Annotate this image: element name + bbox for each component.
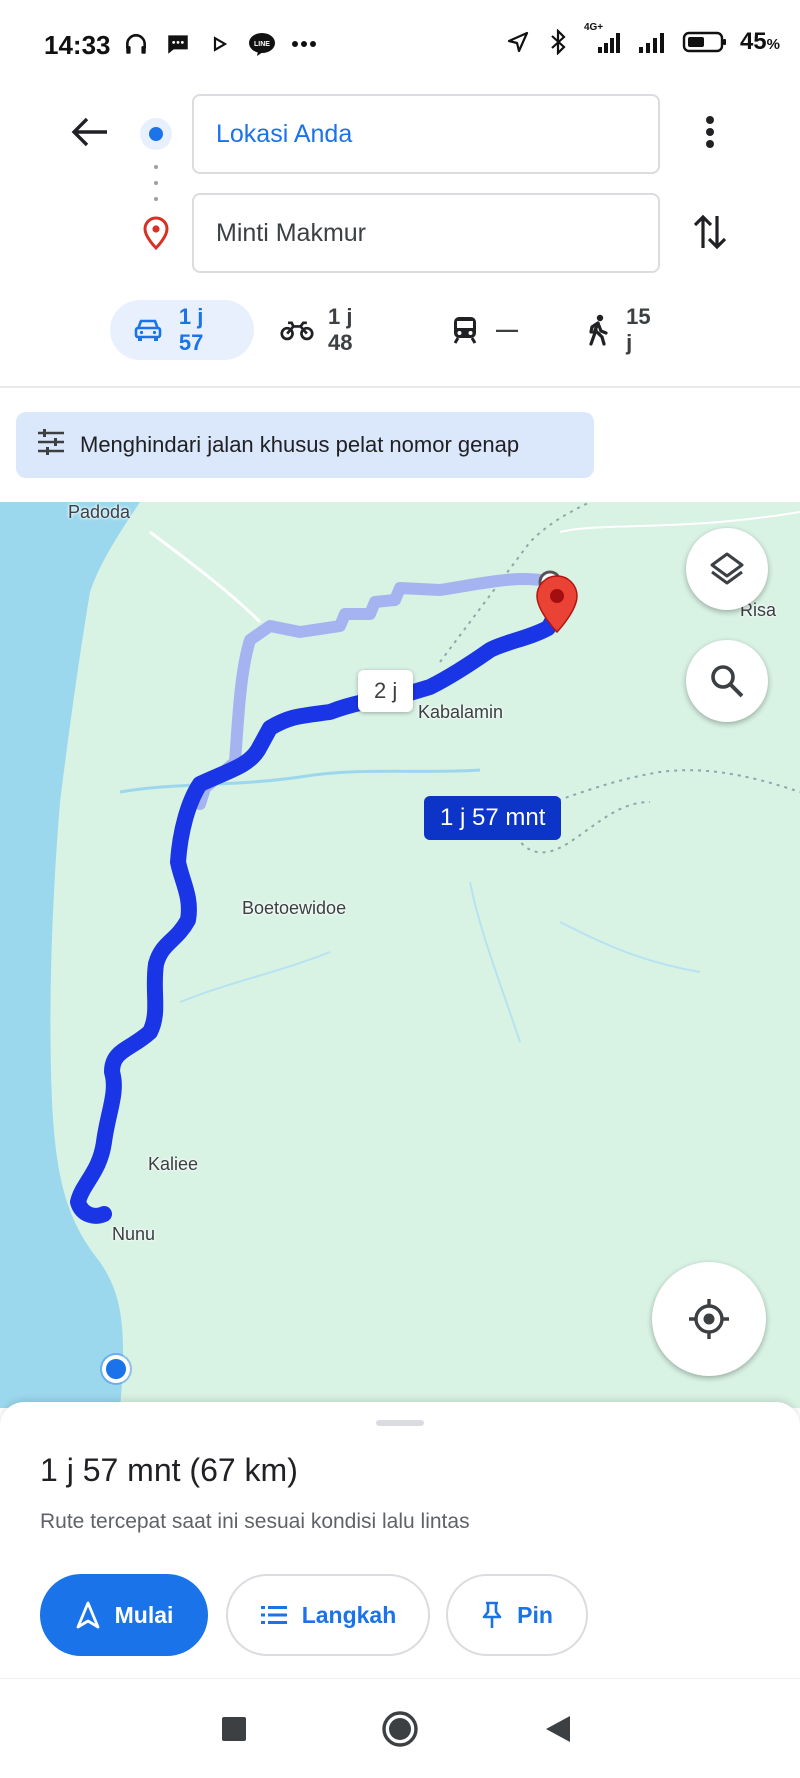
route-subtitle: Rute tercepat saat ini sesuai kondisi la… (40, 1510, 470, 1533)
list-icon (260, 1606, 287, 1624)
navigation-icon (76, 1601, 100, 1629)
arrow-back-icon (71, 117, 107, 147)
line-app-icon: LINE (248, 30, 276, 58)
map-label-kaliee: Kaliee (148, 1154, 199, 1174)
bluetooth-icon (544, 28, 572, 56)
selected-route-time[interactable]: 1 j 57 mnt (424, 796, 562, 840)
train-icon (448, 313, 482, 347)
more-vert-icon (706, 116, 714, 148)
more-options-button[interactable] (690, 110, 730, 154)
my-location-icon (689, 1299, 729, 1339)
pin-button-label: Pin (517, 1601, 553, 1628)
swap-vert-icon (693, 214, 727, 250)
headphones-icon (122, 30, 150, 58)
recents-icon (222, 1717, 246, 1741)
walk-icon (584, 313, 612, 347)
home-button[interactable] (372, 1701, 428, 1757)
origin-dot-icon (140, 118, 172, 150)
motorcycle-icon (280, 313, 314, 347)
route-summary: 1 j 57 mnt (67 km) (40, 1452, 298, 1488)
map-label-kabalamin: Kabalamin (418, 702, 504, 722)
home-icon (382, 1711, 418, 1747)
current-location-marker (102, 1355, 130, 1383)
layers-button[interactable] (686, 528, 768, 610)
back-nav-button[interactable] (530, 1701, 586, 1757)
destination-value: Minti Makmur (216, 218, 367, 247)
tab-walking-label: 15 j (626, 304, 651, 355)
play-icon (206, 30, 234, 58)
status-bar: 14:33 LINE 4G+ 45% (0, 0, 800, 90)
steps-button[interactable]: Langkah (226, 1574, 430, 1656)
tab-transit-label: — (496, 317, 518, 342)
route-bottom-sheet[interactable]: 1 j 57 mnt (67 km) Rute tercepat saat in… (0, 1402, 800, 1678)
back-button[interactable] (68, 110, 112, 154)
layers-icon (710, 552, 744, 585)
tab-walking[interactable]: 15 j (584, 300, 656, 360)
origin-field[interactable]: Lokasi Anda (192, 94, 660, 174)
tab-motorcycle-label: 1 j 48 (328, 304, 353, 355)
pin-icon (482, 1601, 502, 1628)
destination-pin-icon (142, 216, 170, 251)
battery-percent: 45% (739, 28, 780, 55)
start-button-label: Mulai (114, 1601, 174, 1628)
tab-transit[interactable]: — (448, 300, 518, 360)
my-location-button[interactable] (652, 1262, 766, 1376)
message-icon (164, 30, 192, 58)
map-view[interactable]: Padoda Risa Kabalamin Boetoewidoe Kaliee… (0, 502, 800, 1408)
chip-label: Menghindari jalan khusus pelat nomor gen… (80, 432, 520, 457)
svg-text:LINE: LINE (254, 41, 270, 48)
destination-field[interactable]: Minti Makmur (192, 193, 660, 273)
notification-icons: LINE (122, 30, 318, 58)
back-icon (546, 1716, 570, 1742)
more-dots-icon (290, 30, 318, 58)
tab-driving-label: 1 j 57 (178, 304, 204, 355)
origin-value: Lokasi Anda (216, 119, 353, 148)
tune-icon (36, 428, 66, 462)
map-label-padoda: Padoda (68, 502, 131, 522)
tab-driving[interactable]: 1 j 57 (110, 300, 254, 360)
status-time: 14:33 (44, 30, 111, 60)
drag-handle[interactable] (376, 1420, 424, 1426)
map-label-nunu: Nunu (112, 1224, 156, 1244)
avoid-odd-even-chip[interactable]: Menghindari jalan khusus pelat nomor gen… (16, 412, 594, 478)
recents-button[interactable] (206, 1701, 262, 1757)
system-icons: 4G+ 45% (504, 22, 780, 56)
pin-button[interactable]: Pin (446, 1574, 588, 1656)
system-nav-bar (0, 1678, 800, 1778)
signal-icon: 4G+ (584, 22, 624, 56)
start-button[interactable]: Mulai (40, 1574, 208, 1656)
destination-marker-icon[interactable] (534, 574, 580, 634)
location-arrow-icon (504, 28, 532, 56)
car-icon (132, 313, 165, 347)
route-connector (154, 165, 158, 201)
battery-icon (682, 28, 728, 56)
search-along-route-button[interactable] (686, 640, 768, 722)
network-type-label: 4G+ (583, 22, 604, 33)
signal-icon (636, 28, 670, 56)
map-label-boetoewidoe: Boetoewidoe (242, 898, 347, 918)
search-icon (711, 665, 744, 698)
alternative-route-time[interactable]: 2 j (358, 670, 414, 712)
steps-button-label: Langkah (301, 1601, 397, 1628)
tab-motorcycle[interactable]: 1 j 48 (280, 300, 352, 360)
swap-locations-button[interactable] (688, 208, 732, 256)
divider (0, 386, 800, 388)
sea-area (0, 502, 140, 1408)
